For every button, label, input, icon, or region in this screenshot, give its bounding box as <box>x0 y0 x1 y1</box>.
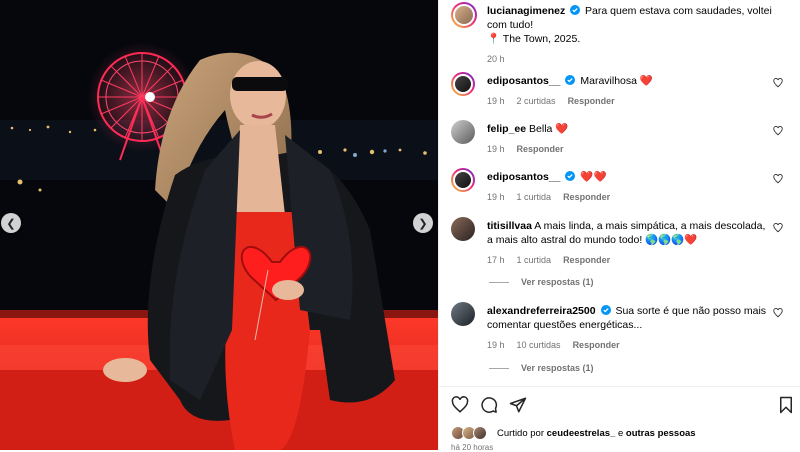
heart-icon[interactable] <box>773 223 783 233</box>
reply-button[interactable]: Responder <box>563 253 610 267</box>
divider-line <box>489 367 509 369</box>
chevron-left-icon: ❮ <box>6 217 16 230</box>
comment-item: titisillvaa A mais linda, a mais simpáti… <box>451 217 791 267</box>
post-date[interactable]: há 20 horas <box>451 443 493 452</box>
verified-badge-icon <box>570 5 581 15</box>
commenter-avatar[interactable] <box>451 168 475 192</box>
reply-button[interactable]: Responder <box>563 190 610 204</box>
view-replies-link[interactable]: Ver respostas (1) <box>489 277 594 287</box>
reply-button[interactable]: Responder <box>573 338 620 352</box>
comment-emoji: 🌎🌎🌎❤️ <box>645 234 698 246</box>
comment-icon[interactable] <box>480 396 498 414</box>
commenter-avatar[interactable] <box>451 72 475 96</box>
liked-by-user[interactable]: ceudeestrelas_ <box>547 428 616 439</box>
post-caption: lucianagimenez Para quem estava com saud… <box>451 2 787 66</box>
heart-icon[interactable] <box>773 308 783 318</box>
heart-icon[interactable] <box>773 174 783 184</box>
view-replies-label: Ver respostas (1) <box>521 277 594 287</box>
instagram-post: ❮ ❯ lucianagimenez Para quem estava com … <box>0 0 800 452</box>
previous-photo-button[interactable]: ❮ <box>1 213 21 233</box>
bookmark-icon[interactable] <box>777 396 795 414</box>
verified-badge-icon <box>565 171 576 181</box>
divider-line <box>489 281 509 283</box>
heart-icon[interactable] <box>773 78 783 88</box>
photo-scene <box>0 0 438 450</box>
liker-avatars[interactable] <box>451 426 491 440</box>
heart-icon[interactable] <box>773 126 783 136</box>
comment-time: 17 h <box>487 255 505 265</box>
comment-likes-count[interactable]: 1 curtida <box>517 190 552 204</box>
commenter-username[interactable]: ediposantos__ <box>487 171 561 183</box>
caption-time: 20 h <box>487 54 505 64</box>
author-username[interactable]: lucianagimenez <box>487 5 565 17</box>
verified-badge-icon <box>600 305 611 315</box>
commenter-avatar[interactable] <box>451 217 475 241</box>
liked-by-prefix: Curtido por <box>497 427 544 439</box>
comment-emoji: ❤️❤️ <box>580 171 607 183</box>
verified-badge-icon <box>565 75 576 85</box>
comment-item: felip_ee Bella ❤️ 19 h Responder <box>451 120 791 156</box>
comment-item: alexandreferreira2500 Sua sorte é que nã… <box>451 302 791 352</box>
reply-button[interactable]: Responder <box>568 94 615 108</box>
liked-by-others[interactable]: outras pessoas <box>626 428 696 439</box>
commenter-username[interactable]: ediposantos__ <box>487 75 561 87</box>
commenter-avatar[interactable] <box>451 302 475 326</box>
post-actions <box>451 396 795 414</box>
comment-likes-count[interactable]: 2 curtidas <box>517 94 556 108</box>
comment-time: 19 h <box>487 96 505 106</box>
comment-emoji: ❤️ <box>555 123 569 135</box>
comment-likes-count[interactable]: 10 curtidas <box>517 338 561 352</box>
comment-item: ediposantos__ Maravilhosa ❤️ 19 h 2 curt… <box>451 72 791 108</box>
post-photo[interactable]: ❮ ❯ <box>0 0 438 450</box>
caption-location: 📍 The Town, 2025. <box>487 33 581 45</box>
view-replies-link[interactable]: Ver respostas (1) <box>489 363 594 373</box>
avatar <box>473 426 487 440</box>
commenter-username[interactable]: alexandreferreira2500 <box>487 305 596 317</box>
commenter-username[interactable]: titisillvaa <box>487 220 532 232</box>
author-avatar[interactable] <box>451 2 477 28</box>
heart-icon[interactable] <box>451 396 469 414</box>
comment-time: 19 h <box>487 144 505 154</box>
comment-emoji: ❤️ <box>639 75 653 87</box>
comment-item: ediposantos__ ❤️❤️ 19 h 1 curtida Respon… <box>451 168 791 204</box>
chevron-right-icon: ❯ <box>418 217 428 230</box>
commenter-username[interactable]: felip_ee <box>487 123 526 135</box>
liked-by-joiner: e <box>617 427 624 439</box>
comment-time: 19 h <box>487 340 505 350</box>
liked-by: Curtido por ceudeestrelas_ e outras pess… <box>451 426 696 440</box>
comment-text: Maravilhosa <box>580 75 637 87</box>
next-photo-button[interactable]: ❯ <box>413 213 433 233</box>
reply-button[interactable]: Responder <box>517 142 564 156</box>
section-divider <box>439 386 800 387</box>
comment-text: Bella <box>529 123 553 135</box>
comment-likes-count[interactable]: 1 curtida <box>517 253 552 267</box>
view-replies-label: Ver respostas (1) <box>521 363 594 373</box>
commenter-avatar[interactable] <box>451 120 475 144</box>
send-icon[interactable] <box>509 396 527 414</box>
comment-time: 19 h <box>487 192 505 202</box>
comments-panel: lucianagimenez Para quem estava com saud… <box>438 0 800 452</box>
